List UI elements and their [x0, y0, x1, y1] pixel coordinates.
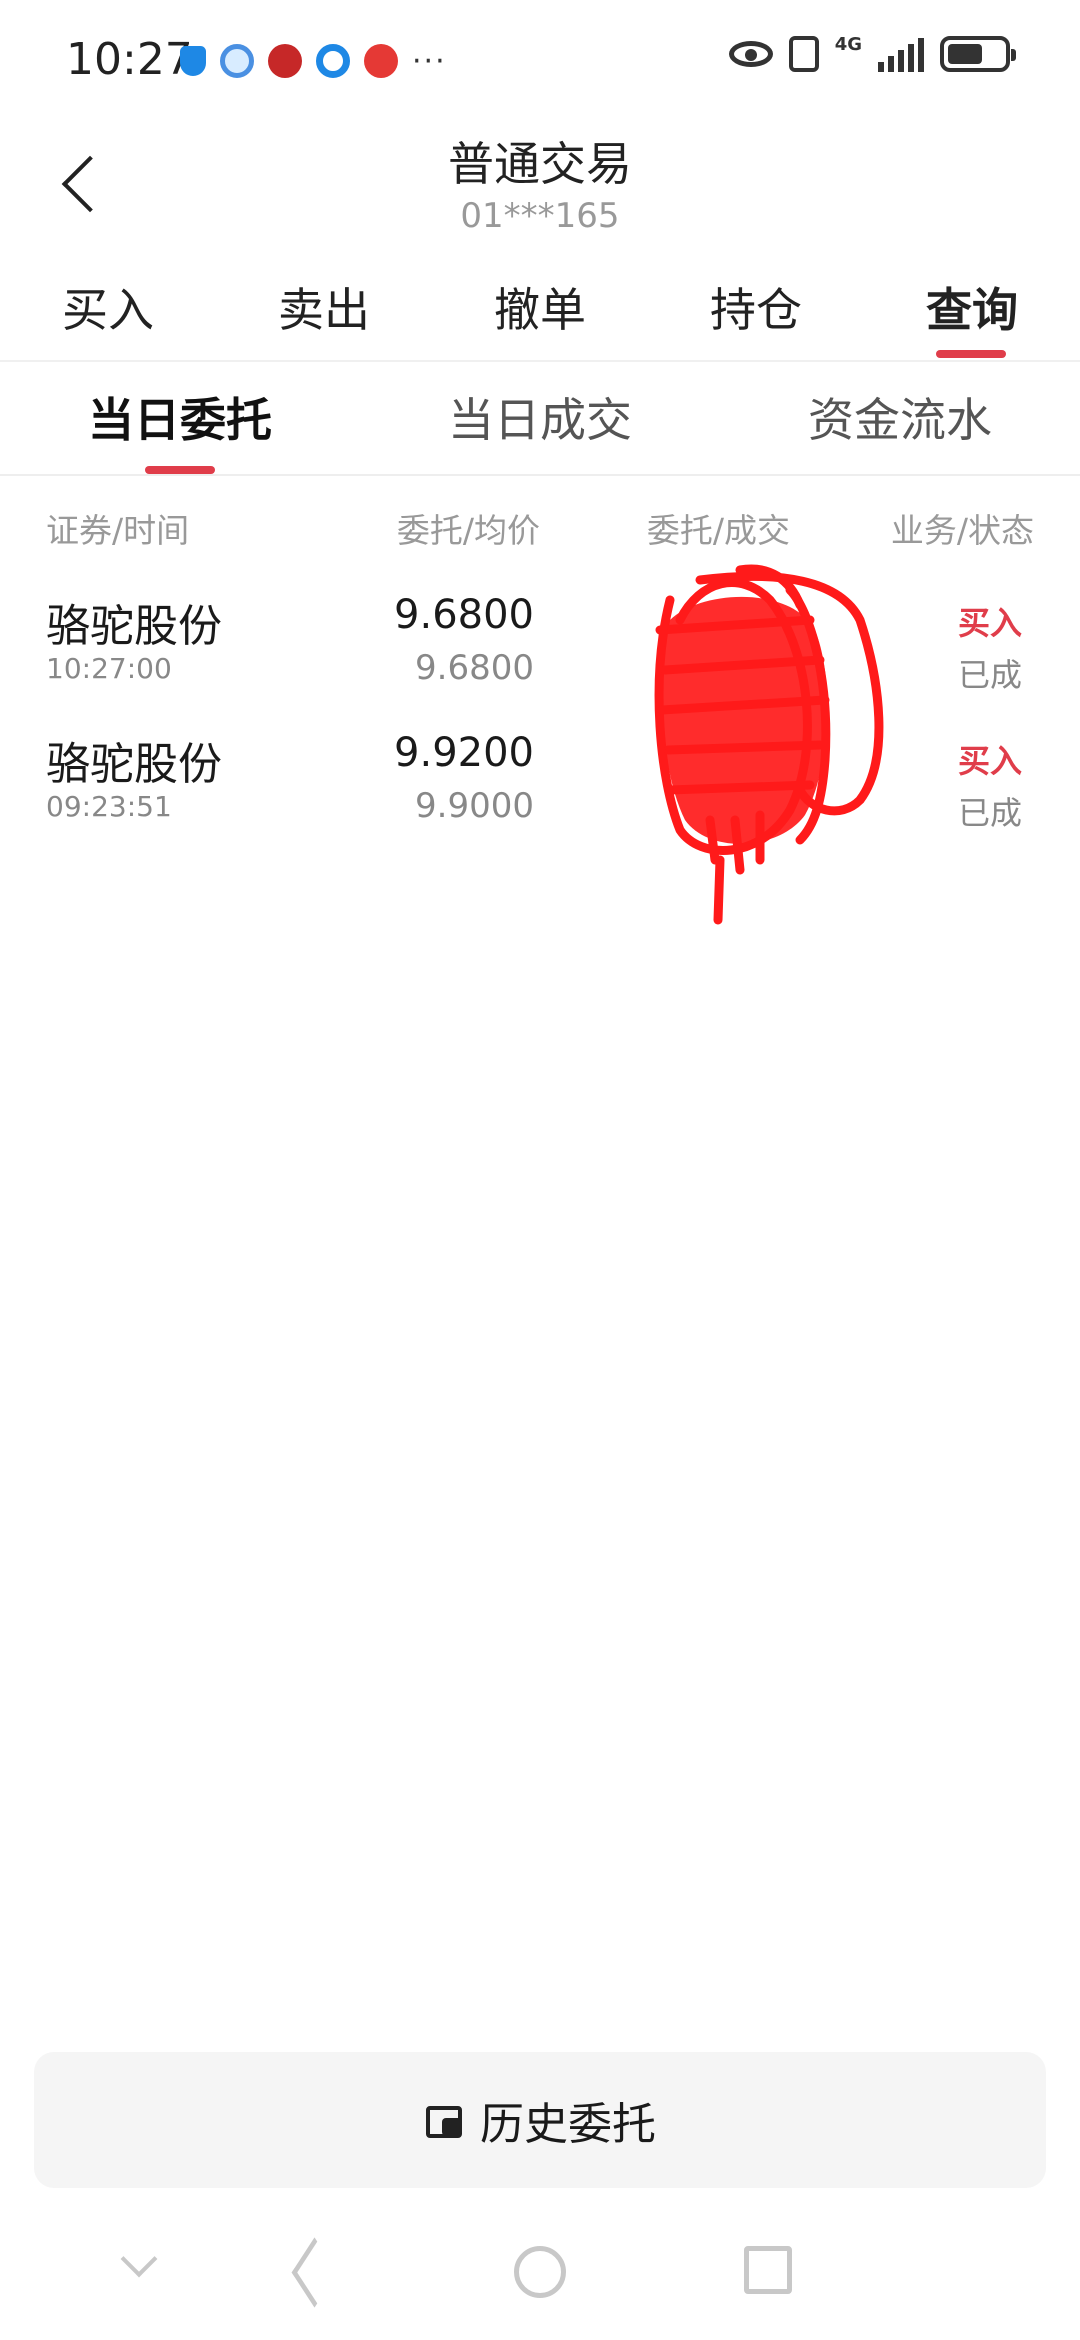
- bank-app-icon: [268, 44, 302, 78]
- signal-icon: [878, 36, 924, 72]
- nav-home-icon[interactable]: [514, 2246, 566, 2298]
- tab-indicator: [936, 350, 1006, 358]
- query-tabs: 当日委托 当日成交 资金流水: [0, 362, 1080, 474]
- security-name: 骆驼股份: [46, 601, 222, 652]
- history-orders-label: 历史委托: [480, 2099, 656, 2150]
- history-orders-icon: [424, 2102, 464, 2138]
- app-header: 普通交易 01***165: [0, 120, 1080, 250]
- tab-today-deals[interactable]: 当日成交: [390, 384, 690, 450]
- sub-tab-indicator: [145, 466, 215, 474]
- notification-icons: ···: [180, 43, 447, 79]
- order-time: 10:27:00: [46, 652, 172, 685]
- table-row[interactable]: 骆驼股份 10:27:00 9.6800 9.6800 买入 已成: [0, 580, 1080, 716]
- tab-today-orders[interactable]: 当日委托: [30, 384, 330, 450]
- status-time: 10:27: [66, 34, 193, 85]
- tab-fund-flow[interactable]: 资金流水: [750, 384, 1050, 450]
- system-icons: 4G: [728, 33, 1016, 72]
- nav-recents-icon[interactable]: [744, 2246, 792, 2294]
- more-notifications-icon: ···: [412, 43, 447, 79]
- redaction-scribble: [654, 564, 884, 925]
- network-type: 4G: [834, 33, 862, 55]
- system-nav-bar: [0, 2220, 1080, 2340]
- account-number: 01***165: [460, 196, 620, 236]
- battery-icon: [940, 36, 1016, 72]
- browser-icon: [220, 44, 254, 78]
- trade-tabs: 买入 卖出 撤单 持仓 查询: [0, 260, 1080, 360]
- order-price: 9.6800: [394, 592, 534, 638]
- page-title: 普通交易: [448, 137, 632, 191]
- security-name: 骆驼股份: [46, 739, 222, 790]
- table-row[interactable]: 骆驼股份 09:23:51 9.9200 9.9000 买入 已成: [0, 718, 1080, 854]
- shield-icon: [180, 46, 206, 76]
- order-price: 9.9200: [394, 730, 534, 776]
- tab-query[interactable]: 查询: [882, 274, 1062, 340]
- average-price: 9.6800: [415, 648, 534, 688]
- reader-app-icon: [364, 44, 398, 78]
- tab-buy[interactable]: 买入: [18, 274, 198, 340]
- divider: [0, 474, 1080, 476]
- column-header-quantity: 委托/成交: [646, 511, 790, 550]
- tab-sell[interactable]: 卖出: [234, 274, 414, 340]
- tab-cancel[interactable]: 撤单: [450, 274, 630, 340]
- average-price: 9.9000: [415, 786, 534, 826]
- history-orders-button[interactable]: 历史委托: [34, 2052, 1046, 2188]
- chevron-down-icon[interactable]: [118, 2246, 158, 2286]
- column-header-price: 委托/均价: [396, 511, 540, 550]
- nav-back-icon[interactable]: [288, 2246, 338, 2302]
- tab-holdings[interactable]: 持仓: [666, 274, 846, 340]
- status-bar: 10:27 ··· 4G: [0, 0, 1080, 120]
- nfc-icon: [788, 36, 819, 72]
- table-header: 证券/时间 委托/均价 委托/成交 业务/状态: [0, 500, 1080, 556]
- eye-comfort-icon: [728, 41, 773, 67]
- column-header-security: 证券/时间: [46, 511, 190, 550]
- column-header-status: 业务/状态: [890, 511, 1034, 550]
- order-time: 09:23:51: [46, 790, 172, 823]
- circle-app-icon: [316, 44, 350, 78]
